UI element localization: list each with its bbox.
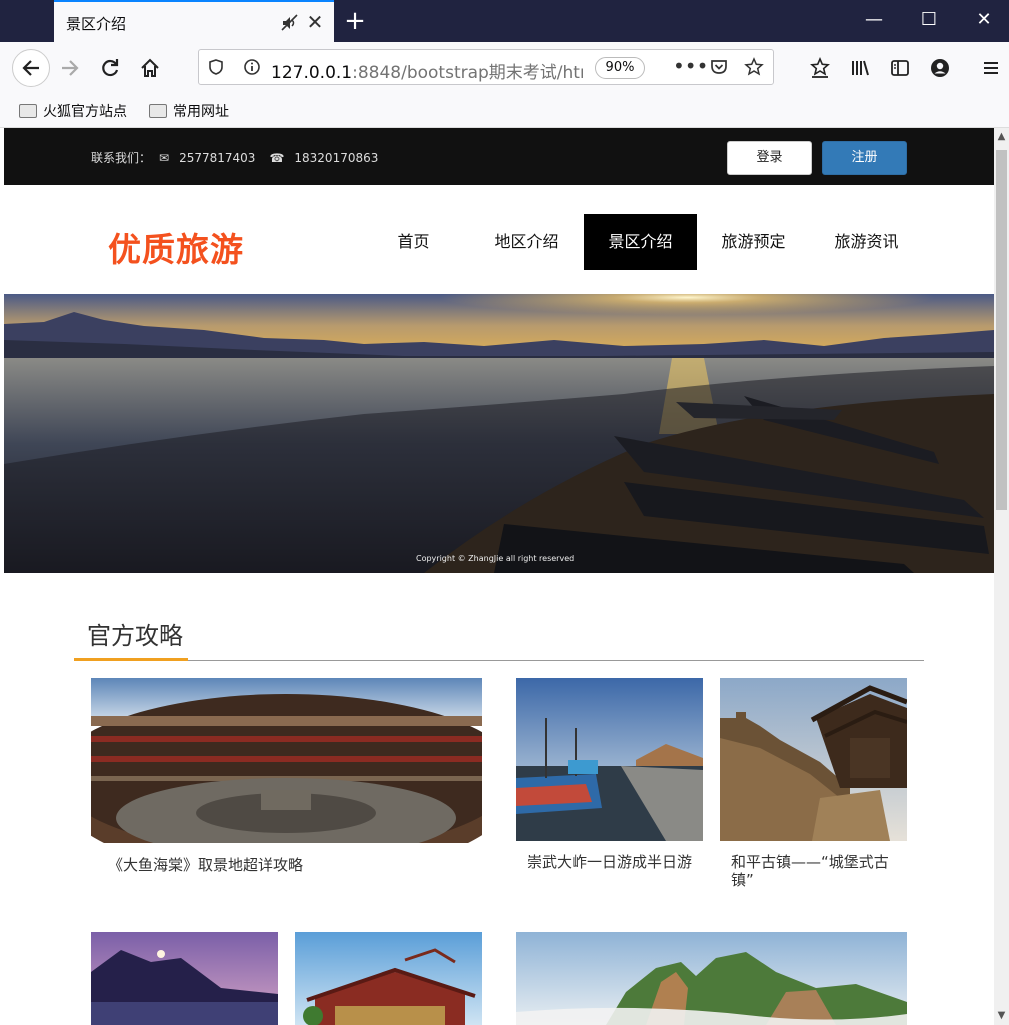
new-tab-icon[interactable]: + — [342, 6, 368, 36]
minimize-icon[interactable]: — — [847, 0, 901, 42]
scrollbar-thumb[interactable] — [996, 150, 1007, 510]
site-logo[interactable]: 优质旅游 — [108, 223, 244, 271]
bookmark-star-icon[interactable] — [744, 57, 764, 77]
envelope-icon: ✉ — [159, 150, 170, 165]
shield-icon[interactable] — [207, 58, 225, 76]
lake-sunset-image — [4, 294, 994, 573]
scroll-up-icon[interactable]: ▲ — [994, 128, 1009, 146]
contact-email: 2577817403 — [179, 150, 256, 165]
bookmark-folder-common[interactable]: 常用网址 — [149, 100, 229, 122]
contact-phone: 18320170863 — [294, 150, 379, 165]
page-viewport: 联系我们： ✉ 2577817403 ☎ 18320170863 登录 注册 优… — [4, 128, 994, 1025]
browser-titlebar: 景区介绍 ✕ + — ☐ ✕ — [0, 0, 1009, 42]
scroll-down-icon[interactable]: ▼ — [994, 1007, 1009, 1025]
card-image-wuyi-mountain[interactable] — [516, 932, 907, 1025]
phone-icon: ☎ — [269, 150, 285, 165]
home-icon[interactable] — [134, 52, 166, 84]
login-button[interactable]: 登录 — [727, 141, 812, 175]
url-text[interactable]: 127.0.0.1:8848/bootstrap期末考试/htm — [271, 58, 583, 83]
close-window-icon[interactable]: ✕ — [957, 0, 1009, 42]
url-bar[interactable]: 127.0.0.1:8848/bootstrap期末考试/htm 90% ••• — [198, 49, 774, 85]
folder-icon — [149, 104, 167, 118]
nav-scenic[interactable]: 景区介绍 — [584, 214, 697, 270]
page-scrollbar[interactable]: ▲ ▼ — [994, 128, 1009, 1025]
card-caption-3[interactable]: 和平古镇——“城堡式古镇” — [731, 853, 901, 889]
menu-icon[interactable] — [975, 52, 1007, 84]
site-header: 优质旅游 首页 地区介绍 景区介绍 旅游预定 旅游资讯 — [4, 185, 994, 294]
info-icon[interactable] — [243, 58, 261, 76]
card-caption-2[interactable]: 崇武大岞一日游成半日游 — [527, 853, 707, 871]
back-icon[interactable] — [12, 49, 50, 87]
register-button[interactable]: 注册 — [822, 141, 907, 175]
folder-icon — [19, 104, 37, 118]
bookmarks-bar: 火狐官方站点 常用网址 — [0, 94, 1009, 128]
reload-icon[interactable] — [94, 52, 126, 84]
forward-icon[interactable] — [54, 52, 86, 84]
close-tab-icon[interactable]: ✕ — [304, 11, 326, 33]
hero-banner: Copyright © ZhangJie all right reserved — [4, 294, 994, 573]
banner-copyright: Copyright © ZhangJie all right reserved — [416, 554, 575, 563]
maximize-icon[interactable]: ☐ — [902, 0, 956, 42]
bookmark-folder-firefox[interactable]: 火狐官方站点 — [19, 100, 127, 122]
sidebar-icon[interactable] — [884, 52, 916, 84]
account-icon[interactable] — [924, 52, 956, 84]
site-topbar: 联系我们： ✉ 2577817403 ☎ 18320170863 登录 注册 — [4, 128, 994, 185]
mute-icon[interactable] — [280, 13, 300, 33]
card-image-harbor[interactable] — [516, 678, 703, 841]
card-image-old-town[interactable] — [720, 678, 907, 841]
section-title-underline — [74, 658, 188, 661]
tab-title: 景区介绍 — [66, 15, 127, 33]
card-image-mountain-lake[interactable] — [91, 932, 278, 1025]
nav-region[interactable]: 地区介绍 — [470, 214, 583, 270]
nav-home[interactable]: 首页 — [357, 214, 470, 270]
more-actions-icon[interactable]: ••• — [673, 54, 708, 78]
card-image-tulou[interactable] — [91, 678, 482, 843]
library-icon[interactable] — [844, 52, 876, 84]
nav-booking[interactable]: 旅游预定 — [697, 214, 810, 270]
contact-info: 联系我们： ✉ 2577817403 ☎ 18320170863 — [91, 150, 379, 166]
browser-tab[interactable]: 景区介绍 ✕ — [54, 0, 334, 42]
nav-news[interactable]: 旅游资讯 — [810, 214, 923, 270]
reading-list-icon[interactable] — [804, 52, 836, 84]
browser-toolbar: 127.0.0.1:8848/bootstrap期末考试/htm 90% ••• — [0, 42, 1009, 94]
card-caption-1[interactable]: 《大鱼海棠》取景地超详攻略 — [108, 856, 478, 874]
section-title: 官方攻略 — [87, 622, 183, 650]
section-divider — [74, 660, 924, 661]
card-image-temple[interactable] — [295, 932, 482, 1025]
pocket-icon[interactable] — [709, 57, 729, 77]
zoom-level[interactable]: 90% — [595, 57, 645, 79]
